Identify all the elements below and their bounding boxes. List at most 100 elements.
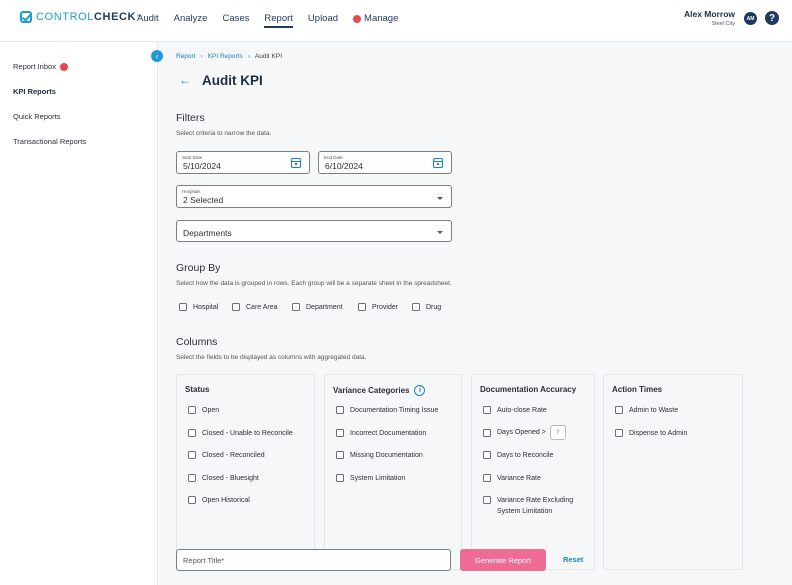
status-closed-reconciled-checkbox[interactable]: Closed - Reconciled — [188, 451, 265, 459]
sidebar-item-label: Quick Reports — [13, 112, 61, 121]
info-icon[interactable]: i — [414, 385, 426, 396]
action-admin-to-waste-checkbox[interactable]: Admin to Waste — [615, 406, 678, 414]
departments-placeholder: Departments — [183, 228, 232, 238]
status-open-historical-checkbox[interactable]: Open Historical — [188, 496, 250, 504]
start-date-field[interactable]: Start Date 5/10/2024 — [176, 151, 310, 174]
nav-audit[interactable]: Audit — [137, 13, 159, 24]
checkbox[interactable] — [483, 496, 491, 504]
checkbox[interactable] — [336, 451, 344, 459]
calendar-icon[interactable] — [291, 158, 301, 168]
end-date-value: 6/10/2024 — [325, 161, 363, 171]
hospitals-label: Hospitals — [182, 189, 201, 194]
nav-analyze[interactable]: Analyze — [174, 13, 208, 24]
days-opened-input[interactable]: ? — [549, 425, 566, 440]
breadcrumb-kpi-reports[interactable]: KPI Reports — [208, 53, 243, 60]
columns-subtitle: Select the fields to be displayed as col… — [176, 354, 367, 361]
group-by-hospital-checkbox[interactable]: Hospital — [179, 303, 218, 311]
sidebar-item-label: KPI Reports — [13, 87, 56, 96]
checkbox-label: Drug — [426, 303, 442, 311]
checkbox[interactable] — [483, 451, 491, 459]
filters-subtitle: Select criteria to narrow the data. — [176, 130, 272, 137]
checkbox[interactable] — [615, 406, 623, 414]
checkbox[interactable] — [412, 303, 420, 311]
group-by-care-area-checkbox[interactable]: Care Area — [232, 303, 278, 311]
sidebar-item-label: Report Inbox — [13, 62, 56, 71]
nav-upload[interactable]: Upload — [308, 13, 338, 24]
sidebar: Report Inbox KPI Reports Quick Reports T… — [0, 42, 158, 585]
nav-manage[interactable]: Manage — [353, 13, 398, 24]
sidebar-item-transactional-reports[interactable]: Transactional Reports — [13, 137, 86, 146]
checkbox[interactable] — [188, 451, 196, 459]
action-dispense-to-admin-checkbox[interactable]: Dispense to Admin — [615, 429, 687, 437]
checkbox[interactable] — [188, 496, 196, 504]
generate-report-button[interactable]: Generate Report — [460, 549, 546, 571]
checkbox-label: System Limitation — [497, 508, 553, 515]
variance-categories-card: Variance Categories i Documentation Timi… — [324, 374, 462, 570]
sidebar-item-report-inbox[interactable]: Report Inbox — [13, 62, 68, 71]
doc-days-opened-checkbox[interactable]: Days Opened >? — [483, 425, 566, 440]
collapse-sidebar-icon[interactable]: ‹ — [151, 50, 163, 62]
report-title-placeholder: Report Title* — [183, 556, 225, 565]
checkbox-label: Hospital — [193, 303, 219, 311]
checkbox[interactable] — [188, 474, 196, 482]
sidebar-item-quick-reports[interactable]: Quick Reports — [13, 112, 61, 121]
checkbox-label: Closed - Bluesight — [202, 474, 259, 482]
start-date-label: Start Date — [182, 155, 203, 160]
reset-button[interactable]: Reset — [563, 555, 583, 564]
checkbox[interactable] — [188, 406, 196, 414]
checkbox[interactable] — [483, 428, 491, 437]
avatar[interactable]: AM — [744, 12, 757, 25]
variance-incorrect-doc-checkbox[interactable]: Incorrect Documentation — [336, 429, 426, 437]
nav-report[interactable]: Report — [264, 13, 293, 28]
doc-variance-rate-checkbox[interactable]: Variance Rate — [483, 474, 541, 482]
sidebar-item-kpi-reports[interactable]: KPI Reports — [13, 87, 56, 96]
doc-auto-close-rate-checkbox[interactable]: Auto-close Rate — [483, 406, 547, 414]
departments-select[interactable]: Departments — [176, 220, 452, 242]
doc-days-to-reconcile-checkbox[interactable]: Days to Reconcile — [483, 451, 553, 459]
user-info[interactable]: Alex Morrow Steel City — [684, 9, 735, 27]
variance-system-limitation-checkbox[interactable]: System Limitation — [336, 474, 405, 482]
status-open-checkbox[interactable]: Open — [188, 406, 219, 414]
help-icon[interactable]: ? — [765, 11, 779, 25]
breadcrumb-report[interactable]: Report — [176, 53, 196, 60]
group-by-provider-checkbox[interactable]: Provider — [358, 303, 398, 311]
status-closed-unable-checkbox[interactable]: Closed - Unable to Reconcile — [188, 429, 293, 437]
checkbox[interactable] — [336, 406, 344, 414]
checkbox[interactable] — [179, 303, 187, 311]
checkbox-label: Department — [306, 303, 343, 311]
report-title-input[interactable]: Report Title* — [176, 549, 451, 571]
checkbox-label: Incorrect Documentation — [350, 429, 427, 437]
checkbox-label: Documentation Timing Issue — [350, 406, 439, 414]
checkbox-label: Days to Reconcile — [497, 451, 554, 459]
checkbox[interactable] — [358, 303, 366, 311]
card-title: Status — [185, 385, 210, 394]
checkbox-label: Open — [202, 406, 220, 414]
breadcrumb: Report › KPI Reports › Audit KPI — [176, 53, 282, 60]
back-arrow-icon[interactable]: ← — [179, 73, 191, 87]
checkbox[interactable] — [336, 429, 344, 437]
hospitals-select[interactable]: Hospitals 2 Selected — [176, 185, 452, 208]
chevron-down-icon — [437, 197, 443, 200]
doc-variance-rate-excl-label-line2: System Limitation — [497, 508, 552, 515]
checkbox-label: Admin to Waste — [629, 406, 679, 414]
doc-variance-rate-excl-checkbox[interactable]: Variance Rate Excluding — [483, 496, 573, 504]
checkbox[interactable] — [615, 429, 623, 437]
checkbox[interactable] — [292, 303, 300, 311]
group-by-subtitle: Select how the data is grouped in rows. … — [176, 280, 452, 287]
status-closed-bluesight-checkbox[interactable]: Closed - Bluesight — [188, 474, 259, 482]
calendar-icon[interactable] — [433, 158, 443, 168]
checkbox[interactable] — [336, 474, 344, 482]
group-by-drug-checkbox[interactable]: Drug — [412, 303, 441, 311]
nav-cases[interactable]: Cases — [222, 13, 249, 24]
variance-missing-doc-checkbox[interactable]: Missing Documentation — [336, 451, 423, 459]
checkbox-label: Auto-close Rate — [497, 406, 547, 414]
checkbox[interactable] — [483, 406, 491, 414]
variance-doc-timing-checkbox[interactable]: Documentation Timing Issue — [336, 406, 438, 414]
controlcheck-logo[interactable]: CONTROL CHECK ™ — [20, 11, 142, 23]
checkbox[interactable] — [232, 303, 240, 311]
checkbox[interactable] — [483, 474, 491, 482]
checkbox-label: Missing Documentation — [350, 451, 423, 459]
checkbox[interactable] — [188, 429, 196, 437]
group-by-department-checkbox[interactable]: Department — [292, 303, 343, 311]
end-date-field[interactable]: End Date 6/10/2024 — [318, 151, 452, 174]
